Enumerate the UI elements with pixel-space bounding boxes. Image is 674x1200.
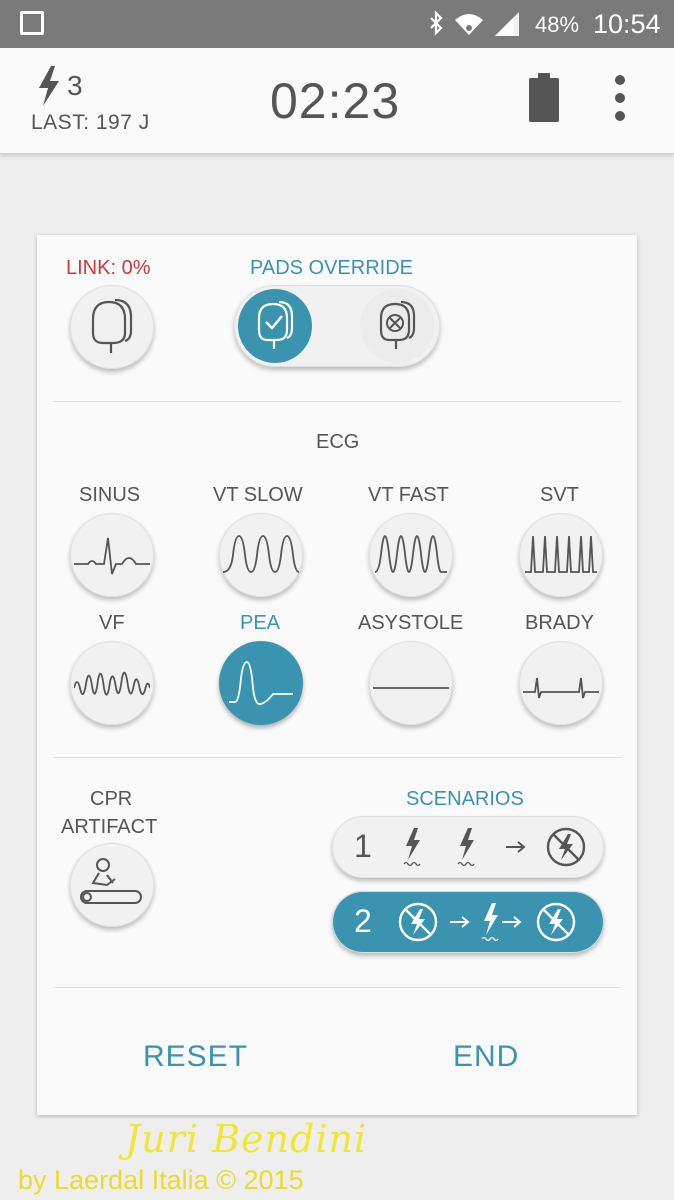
wifi-icon (455, 14, 483, 35)
control-panel: LINK: 0% PADS OVERRIDE ECG SINUS VT SLOW… (37, 235, 637, 1115)
more-vert-icon[interactable] (610, 75, 630, 125)
ecg-label-vf: VF (99, 612, 125, 634)
square-icon (20, 11, 44, 35)
scenario-2-number: 2 (354, 903, 372, 939)
pads-disconnected-option[interactable] (360, 289, 434, 363)
ecg-vt-slow-button[interactable] (219, 513, 303, 597)
cpr-label-line2: ARTIFACT (61, 816, 158, 838)
pads-override-label: PADS OVERRIDE (250, 257, 413, 279)
vf-waveform-icon (74, 671, 150, 696)
ecg-label-sinus: SINUS (79, 484, 141, 506)
scenarios-title: SCENARIOS (406, 788, 524, 810)
watermark-copyright: by Laerdal Italia © 2015 (18, 1165, 304, 1195)
ecg-label-pea: PEA (240, 612, 281, 634)
pads-link-button[interactable] (70, 285, 154, 369)
signal-icon (495, 12, 519, 36)
bluetooth-icon (430, 10, 443, 36)
reset-button[interactable]: RESET (143, 1040, 248, 1074)
ecg-brady-button[interactable] (519, 641, 603, 725)
status-icons (430, 10, 519, 36)
asystole-waveform-icon (373, 687, 449, 689)
divider (53, 987, 621, 988)
arrow-right-icon (506, 841, 526, 853)
lightning-icon (39, 66, 59, 106)
end-button[interactable]: END (453, 1040, 519, 1074)
vt-fast-waveform-icon (374, 535, 447, 573)
no-shock-icon (536, 902, 576, 942)
ecg-label-svt: SVT (540, 484, 579, 506)
ecg-pea-button[interactable] (219, 641, 303, 725)
divider (53, 401, 621, 402)
app-bar: 3 LAST: 197 J 02:23 (0, 48, 674, 154)
clock: 10:54 (593, 9, 661, 39)
ecg-sinus-button[interactable] (70, 513, 154, 597)
scenario-1-button[interactable]: 1 (332, 816, 604, 878)
ecg-vf-button[interactable] (70, 641, 154, 725)
shock-icon (403, 828, 421, 867)
vt-slow-waveform-icon (223, 535, 299, 573)
pads-override-toggle[interactable] (234, 285, 440, 367)
ecg-svt-button[interactable] (519, 513, 603, 597)
svt-waveform-icon (525, 535, 597, 573)
ecg-label-vt-slow: VT SLOW (213, 484, 303, 506)
brady-waveform-icon (523, 677, 599, 699)
pea-waveform-icon (229, 661, 293, 706)
cpr-label-line1: CPR (90, 788, 133, 810)
no-shock-icon (546, 827, 586, 867)
link-status: LINK: 0% (66, 257, 151, 279)
watermark-signature: Juri Bendini (125, 1117, 368, 1161)
cpr-icon (80, 858, 142, 904)
shock-icon (457, 828, 475, 867)
divider (53, 757, 621, 758)
pads-check-icon (257, 300, 294, 349)
shock-icon (481, 903, 499, 942)
arrow-right-icon (450, 916, 470, 928)
session-timer: 02:23 (270, 73, 401, 129)
cpr-artifact-button[interactable] (70, 843, 154, 927)
no-shock-icon (398, 902, 438, 942)
scenario-2-sequence-icon (398, 902, 576, 942)
scenario-2-button[interactable]: 2 (332, 891, 604, 953)
pads-connected-option[interactable] (238, 289, 312, 363)
last-shock-energy: LAST: 197 J (31, 111, 150, 134)
ecg-label-brady: BRADY (525, 612, 594, 634)
shock-count: 3 (67, 70, 83, 101)
ecg-title: ECG (316, 431, 360, 453)
sinus-waveform-icon (74, 537, 150, 575)
ecg-label-asystole: ASYSTOLE (358, 612, 464, 634)
ecg-asystole-button[interactable] (369, 641, 453, 725)
device-battery-icon (529, 73, 559, 122)
battery-percent: 48% (535, 12, 580, 37)
scenario-1-number: 1 (354, 828, 372, 864)
pads-icon (91, 298, 133, 353)
pads-x-icon (379, 300, 416, 349)
arrow-right-icon (502, 916, 522, 928)
ecg-label-vt-fast: VT FAST (368, 484, 449, 506)
status-bar: 48% 10:54 (0, 0, 674, 48)
scenario-1-sequence-icon (403, 827, 586, 867)
ecg-vt-fast-button[interactable] (369, 513, 453, 597)
